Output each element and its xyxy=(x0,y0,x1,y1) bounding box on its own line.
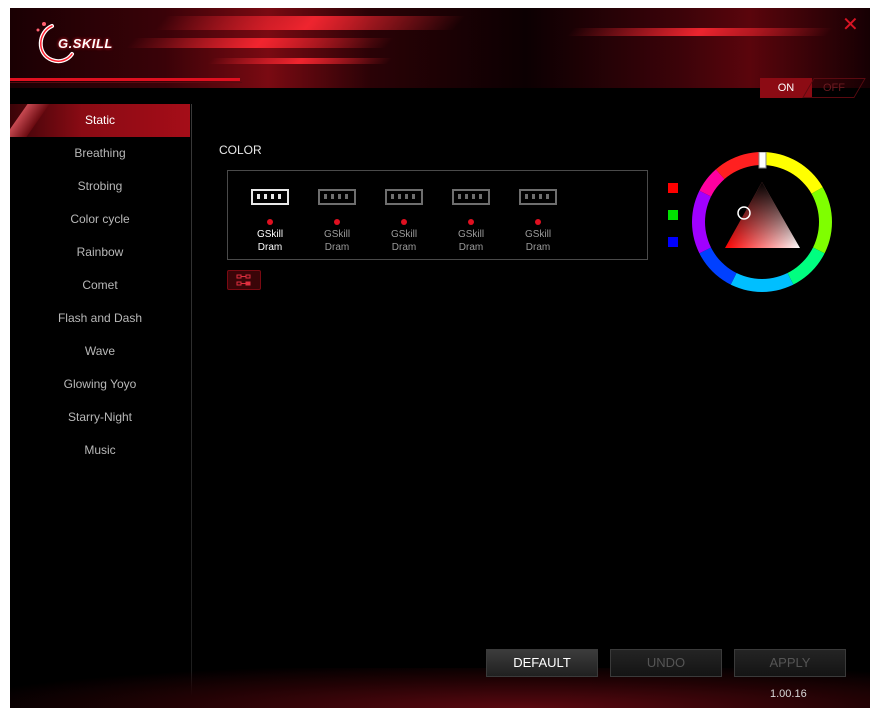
sidebar-item-wave[interactable]: Wave xyxy=(10,335,190,368)
sidebar-item-static[interactable]: Static xyxy=(10,104,190,137)
power-off-label: OFF xyxy=(823,82,845,94)
header-decoration xyxy=(125,38,395,48)
status-dot xyxy=(535,219,541,225)
red-swatch[interactable] xyxy=(668,183,678,193)
sidebar-item-starry-night[interactable]: Starry-Night xyxy=(10,401,190,434)
link-modules-button[interactable] xyxy=(227,270,261,290)
sidebar-item-glowing-yoyo[interactable]: Glowing Yoyo xyxy=(10,368,190,401)
effects-sidebar: Static Breathing Strobing Color cycle Ra… xyxy=(10,104,190,700)
dram-module-4[interactable]: GSkill Dram xyxy=(449,189,493,259)
sidebar-item-comet[interactable]: Comet xyxy=(10,269,190,302)
status-dot xyxy=(468,219,474,225)
app-window: G.SKILL ✕ ON OFF Static Breathing Strobi… xyxy=(10,8,870,708)
close-button[interactable]: ✕ xyxy=(842,15,859,35)
sidebar-item-flash-and-dash[interactable]: Flash and Dash xyxy=(10,302,190,335)
dram-label: GSkill Dram xyxy=(256,229,284,253)
status-dot xyxy=(334,219,340,225)
dram-label: GSkill Dram xyxy=(524,229,552,253)
dram-module-1[interactable]: GSkill Dram xyxy=(248,189,292,259)
dram-module-5[interactable]: GSkill Dram xyxy=(516,189,560,259)
dram-module-2[interactable]: GSkill Dram xyxy=(315,189,359,259)
header-decoration xyxy=(566,28,834,36)
version-label: 1.00.16 xyxy=(770,688,807,700)
sidebar-item-breathing[interactable]: Breathing xyxy=(10,137,190,170)
default-button[interactable]: DEFAULT xyxy=(486,649,598,677)
device-panel: GSkill Dram GSkill Dram GSkill Dram GSkill D… xyxy=(227,170,648,260)
header-decoration xyxy=(207,58,393,64)
header-decoration xyxy=(154,16,466,30)
green-swatch[interactable] xyxy=(668,210,678,220)
logo-text: G.SKILL xyxy=(58,36,113,51)
link-modules-icon xyxy=(236,274,251,286)
sidebar-item-label: Static xyxy=(84,113,115,127)
dram-module-3[interactable]: GSkill Dram xyxy=(382,189,426,259)
header-accent-line xyxy=(10,78,240,81)
dram-label: GSkill Dram xyxy=(390,229,418,253)
apply-button[interactable]: APPLY xyxy=(734,649,846,677)
status-dot xyxy=(401,219,407,225)
sidebar-item-color-cycle[interactable]: Color cycle xyxy=(10,203,190,236)
ram-stick-icon xyxy=(385,189,423,205)
power-toggle[interactable]: ON OFF xyxy=(760,78,866,98)
blue-swatch[interactable] xyxy=(668,237,678,247)
ram-stick-icon xyxy=(519,189,557,205)
hue-slider-handle[interactable] xyxy=(758,152,767,169)
sidebar-item-strobing[interactable]: Strobing xyxy=(10,170,190,203)
color-wheel[interactable] xyxy=(692,152,832,292)
color-section-label: COLOR xyxy=(219,143,262,157)
undo-button[interactable]: UNDO xyxy=(610,649,722,677)
status-dot xyxy=(267,219,273,225)
sidebar-divider xyxy=(191,104,192,700)
header-accent-line xyxy=(10,82,242,83)
ram-stick-icon xyxy=(452,189,490,205)
brightness-overlay xyxy=(725,182,800,248)
title-bar: G.SKILL ✕ xyxy=(10,8,870,88)
ram-stick-icon xyxy=(251,189,289,205)
dram-label: GSkill Dram xyxy=(457,229,485,253)
power-off-button[interactable]: OFF xyxy=(802,78,866,98)
dram-label: GSkill Dram xyxy=(323,229,351,253)
sidebar-item-music[interactable]: Music xyxy=(10,434,190,467)
ram-stick-icon xyxy=(318,189,356,205)
sidebar-item-rainbow[interactable]: Rainbow xyxy=(10,236,190,269)
